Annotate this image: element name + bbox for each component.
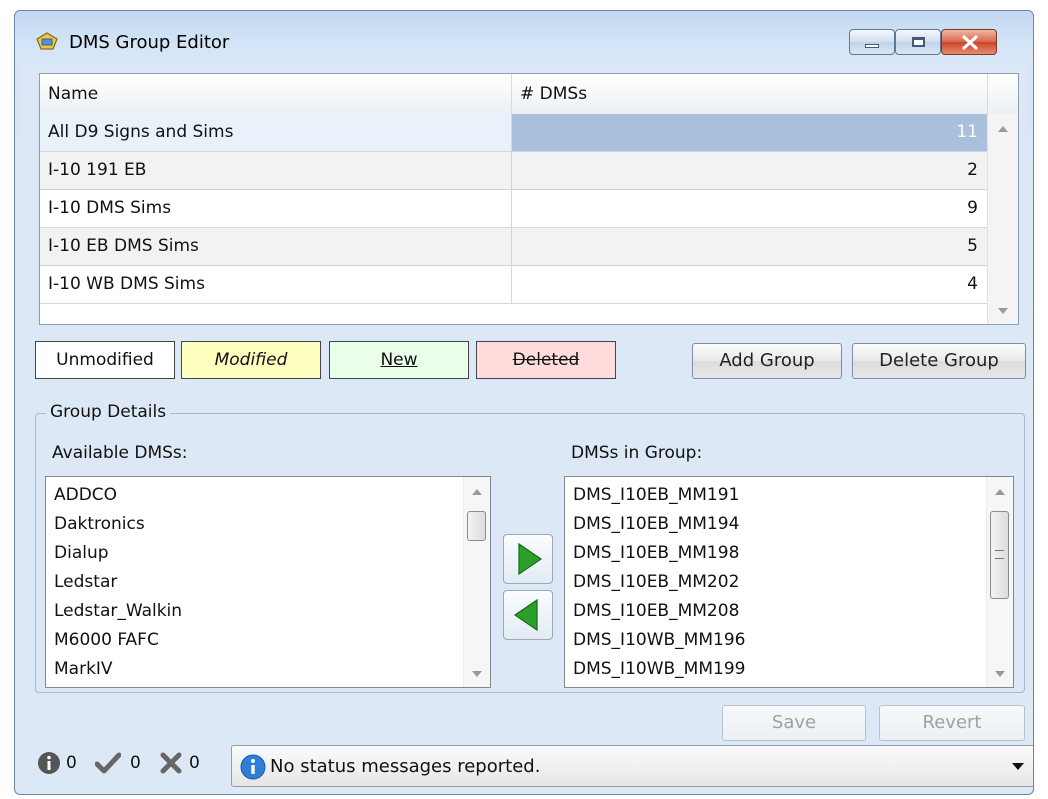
status-message: No status messages reported. (270, 756, 541, 777)
close-button[interactable] (941, 29, 997, 55)
scroll-down-icon[interactable] (995, 671, 1005, 677)
dms-count-cell: 11 (512, 114, 988, 151)
dms-count-cell: 5 (967, 236, 978, 256)
scrollbar-thumb[interactable] (990, 511, 1009, 599)
close-icon (962, 35, 978, 50)
dms-in-group-list[interactable]: DMS_I10EB_MM191 DMS_I10EB_MM194 DMS_I10E… (564, 476, 1014, 688)
scroll-up-icon[interactable] (472, 489, 482, 495)
title-bar[interactable]: DMS Group Editor (15, 11, 1033, 63)
groups-grid[interactable]: Name # DMSs All D9 Signs and Sims 11 I-1… (39, 73, 1019, 325)
window-title: DMS Group Editor (69, 32, 230, 53)
info-icon (240, 754, 266, 780)
check-icon (95, 752, 121, 774)
status-message-dropdown[interactable]: No status messages reported. (231, 745, 1033, 787)
grid-row[interactable]: I-10 WB DMS Sims 4 (40, 266, 988, 304)
maximize-icon (912, 37, 925, 47)
dms-count-cell: 4 (967, 274, 978, 294)
grid-row[interactable]: I-10 DMS Sims 9 (40, 190, 988, 228)
list-item[interactable]: MarkIV (54, 659, 113, 679)
x-icon (160, 752, 182, 774)
error-count: 0 (189, 753, 200, 773)
dms-count-cell: 2 (967, 160, 978, 180)
dms-count-cell: 9 (967, 198, 978, 218)
arrow-right-icon (518, 542, 543, 576)
grid-row[interactable]: I-10 191 EB 2 (40, 152, 988, 190)
list-item[interactable]: M6000 FAFC (54, 630, 159, 650)
info-icon (38, 752, 60, 774)
scroll-up-icon[interactable] (998, 126, 1008, 132)
group-details-title: Group Details (46, 402, 171, 422)
grid-header: Name # DMSs (40, 74, 1018, 115)
list-item[interactable]: DMS_I10EB_MM194 (573, 514, 739, 534)
group-name-cell: I-10 191 EB (40, 152, 512, 189)
group-name-cell: All D9 Signs and Sims (40, 114, 512, 151)
legend-deleted: Deleted (476, 341, 616, 379)
add-group-button[interactable]: Add Group (692, 343, 842, 379)
list-item[interactable]: DMS_I10EB_MM191 (573, 485, 739, 505)
legend-new: New (329, 341, 469, 379)
chevron-down-icon[interactable] (1012, 763, 1024, 770)
available-dms-list[interactable]: ADDCO Daktronics Dialup Ledstar Ledstar_… (45, 476, 491, 688)
list-item[interactable]: DMS_I10EB_MM198 (573, 543, 739, 563)
list-item[interactable]: DMS_I10WB_MM199 (573, 659, 745, 679)
grid-row[interactable]: All D9 Signs and Sims 11 (40, 114, 988, 152)
status-bar: 0 0 0 No status messages reported. (21, 735, 1033, 791)
thumb-grip-icon (995, 550, 1004, 559)
info-count: 0 (66, 753, 77, 773)
minimize-button[interactable] (849, 29, 895, 55)
app-icon (36, 32, 58, 50)
scroll-up-icon[interactable] (995, 489, 1005, 495)
column-header-dms-count[interactable]: # DMSs (512, 74, 988, 114)
maximize-button[interactable] (895, 29, 941, 55)
legend-modified: Modified (181, 341, 321, 379)
scroll-down-icon[interactable] (998, 308, 1008, 314)
grid-scrollbar[interactable] (987, 114, 1018, 324)
column-header-name[interactable]: Name (40, 74, 512, 114)
dms-in-group-label: DMSs in Group: (571, 443, 703, 463)
delete-group-button[interactable]: Delete Group (852, 343, 1026, 379)
list-item[interactable]: Ledstar_Walkin (54, 601, 182, 621)
scroll-down-icon[interactable] (472, 671, 482, 677)
group-name-cell: I-10 DMS Sims (40, 190, 512, 227)
available-dms-label: Available DMSs: (52, 443, 188, 463)
list-item[interactable]: Dialup (54, 543, 109, 563)
group-name-cell: I-10 EB DMS Sims (40, 228, 512, 265)
group-details-panel: Group Details Available DMSs: DMSs in Gr… (35, 402, 1025, 693)
list-item[interactable]: Ledstar (54, 572, 117, 592)
list-item[interactable]: DMS_I10WB_MM196 (573, 630, 745, 650)
available-list-scrollbar[interactable] (463, 477, 490, 687)
list-item[interactable]: DMS_I10EB_MM208 (573, 601, 739, 621)
arrow-left-icon (513, 598, 538, 632)
scrollbar-thumb[interactable] (467, 511, 486, 541)
group-name-cell: I-10 WB DMS Sims (40, 266, 512, 303)
dms-group-editor-window: DMS Group Editor Name # DMSs All D9 Sign… (14, 10, 1034, 795)
editor-content: Name # DMSs All D9 Signs and Sims 11 I-1… (21, 63, 1033, 791)
add-to-group-button[interactable] (503, 534, 553, 584)
list-item[interactable]: DMS_I10EB_MM202 (573, 572, 739, 592)
in-group-list-scrollbar[interactable] (986, 477, 1013, 687)
list-item[interactable]: ADDCO (54, 485, 117, 505)
list-item[interactable]: Daktronics (54, 514, 145, 534)
legend-unmodified: Unmodified (35, 341, 175, 379)
remove-from-group-button[interactable] (503, 590, 553, 640)
minimize-icon (865, 44, 879, 48)
ok-count: 0 (130, 753, 141, 773)
grid-row[interactable]: I-10 EB DMS Sims 5 (40, 228, 988, 266)
